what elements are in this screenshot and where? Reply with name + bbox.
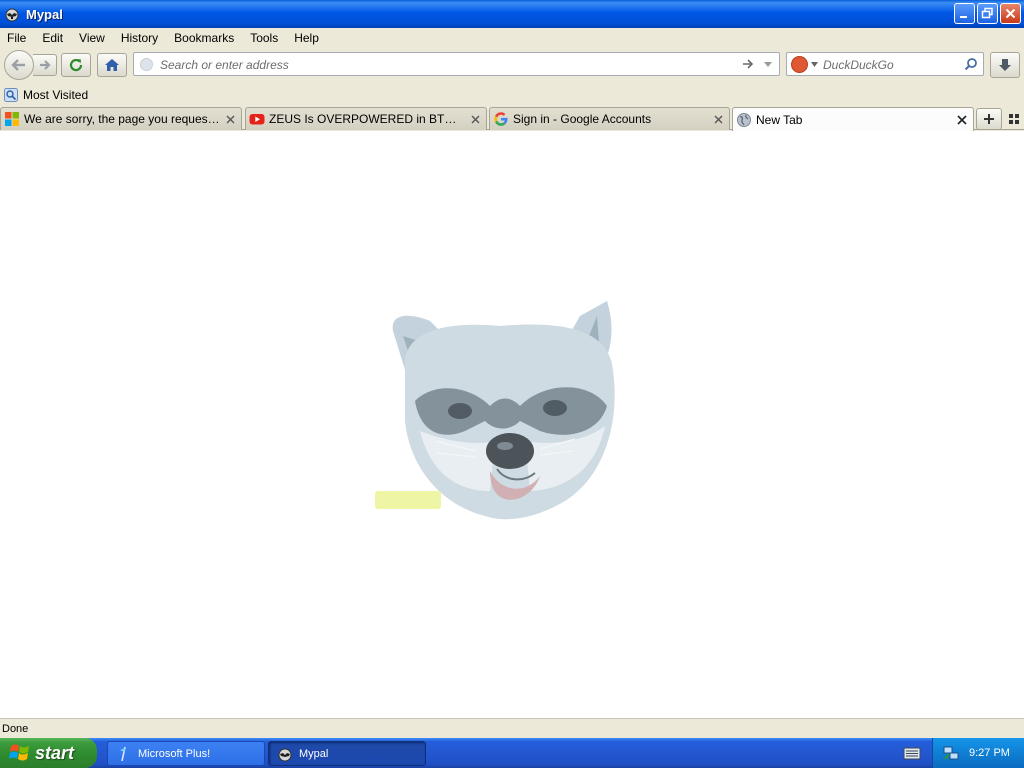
tab-new-tab[interactable]: New Tab <box>732 107 974 131</box>
all-tabs-button[interactable] <box>1006 111 1022 127</box>
restore-icon <box>981 7 993 19</box>
downloads-button[interactable] <box>990 52 1020 78</box>
reload-button[interactable] <box>61 53 91 77</box>
close-icon <box>1005 8 1016 19</box>
taskbar-item-label: Mypal <box>299 747 329 760</box>
menu-tools[interactable]: Tools <box>242 31 286 45</box>
menu-file[interactable]: File <box>0 31 34 45</box>
status-bar: Done <box>0 718 1024 738</box>
bookmark-label: Most Visited <box>23 88 89 102</box>
tab-strip: We are sorry, the page you requested ...… <box>0 106 1024 131</box>
close-icon <box>471 115 479 123</box>
taskbar-item-label: Microsoft Plus! <box>138 747 211 760</box>
go-arrow-icon[interactable] <box>741 57 755 71</box>
tab-close-button[interactable] <box>223 112 237 126</box>
tab-label: Sign in - Google Accounts <box>513 112 652 126</box>
menu-bar: File Edit View History Bookmarks Tools H… <box>0 28 1024 48</box>
plus-icon <box>984 114 994 124</box>
start-button[interactable]: start <box>0 738 97 768</box>
menu-edit[interactable]: Edit <box>34 31 71 45</box>
bookmarks-toolbar: Most Visited <box>0 84 1024 106</box>
taskbar-item-mypal[interactable]: Mypal <box>268 741 426 766</box>
home-icon <box>105 59 119 71</box>
taskbar: start Microsoft Plus! Mypal 9:27 PM <box>0 738 1024 768</box>
tab-youtube[interactable]: ZEUS Is OVERPOWERED in BTD 6! (Cus... <box>245 107 487 130</box>
search-bar[interactable] <box>786 52 984 76</box>
tab-label: ZEUS Is OVERPOWERED in BTD 6! (Cus... <box>269 112 465 126</box>
system-tray: 9:27 PM <box>932 738 1024 768</box>
close-icon <box>714 115 722 123</box>
tab-label: We are sorry, the page you requested ... <box>24 112 220 126</box>
menu-help[interactable]: Help <box>286 31 327 45</box>
close-button[interactable] <box>1000 3 1021 24</box>
menu-bookmarks[interactable]: Bookmarks <box>166 31 242 45</box>
tab-microsoft-error[interactable]: We are sorry, the page you requested ... <box>0 107 242 130</box>
most-visited-icon <box>4 88 18 102</box>
windows-flag-icon <box>9 744 29 761</box>
reload-icon <box>69 58 83 72</box>
tab-google-signin[interactable]: Sign in - Google Accounts <box>489 107 730 130</box>
home-button[interactable] <box>97 53 127 77</box>
search-icon[interactable] <box>964 57 978 71</box>
history-dropdown-icon[interactable] <box>763 61 773 68</box>
search-input[interactable] <box>823 56 961 73</box>
navigation-toolbar <box>0 48 1024 82</box>
address-input[interactable] <box>160 56 730 73</box>
tab-label: New Tab <box>756 112 803 127</box>
download-icon <box>999 59 1011 71</box>
status-text: Done <box>2 722 29 735</box>
duckduckgo-icon[interactable] <box>791 56 808 73</box>
taskbar-item-microsoft-plus[interactable]: Microsoft Plus! <box>107 741 265 766</box>
tab-close-button[interactable] <box>955 113 969 127</box>
menu-history[interactable]: History <box>113 31 166 45</box>
restore-button[interactable] <box>977 3 998 24</box>
microsoft-plus-icon <box>120 746 126 761</box>
menu-view[interactable]: View <box>71 31 113 45</box>
new-tab-button[interactable] <box>976 108 1002 130</box>
tab-close-button[interactable] <box>468 112 482 126</box>
forward-button[interactable] <box>33 54 57 76</box>
keyboard-icon[interactable] <box>903 745 921 761</box>
start-label: start <box>35 742 75 763</box>
close-icon <box>957 114 967 125</box>
mypal-app-icon <box>5 8 19 22</box>
minimize-button[interactable] <box>954 3 975 24</box>
arrow-left-icon <box>11 59 25 71</box>
tab-close-button[interactable] <box>711 112 725 126</box>
microsoft-icon <box>5 112 19 126</box>
network-icon[interactable] <box>943 745 959 761</box>
address-bar[interactable] <box>133 52 780 76</box>
google-icon <box>494 112 508 126</box>
youtube-icon <box>249 114 265 125</box>
window-titlebar: Mypal <box>0 0 1024 28</box>
grid-icon <box>1009 114 1019 124</box>
close-icon <box>226 115 234 123</box>
bookmark-most-visited[interactable]: Most Visited <box>4 88 88 102</box>
minimize-icon <box>960 16 967 18</box>
mypal-app-icon <box>278 748 292 761</box>
engine-dropdown-icon[interactable] <box>811 62 818 67</box>
site-identity-icon[interactable] <box>140 58 153 71</box>
mypal-raccoon-logo <box>375 301 615 520</box>
arrow-right-icon <box>39 60 51 70</box>
back-button[interactable] <box>4 50 34 80</box>
clock[interactable]: 9:27 PM <box>969 747 1010 759</box>
globe-icon <box>737 112 751 127</box>
page-content <box>0 131 1024 718</box>
window-title: Mypal <box>26 6 63 22</box>
